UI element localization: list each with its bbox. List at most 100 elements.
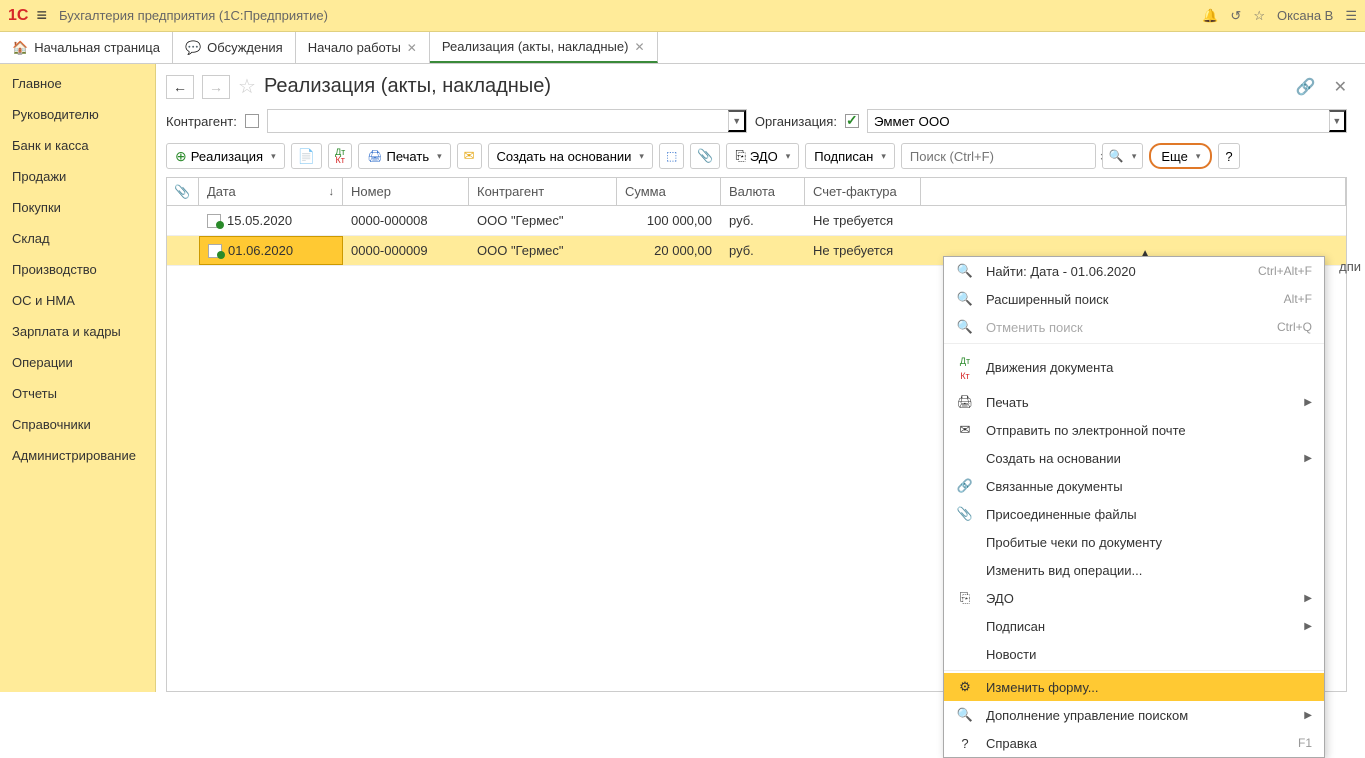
sidebar-item-main[interactable]: Главное [0, 68, 155, 99]
help-button[interactable]: ? [1218, 143, 1239, 169]
search-box[interactable]: × [901, 143, 1096, 169]
more-button[interactable]: Еще [1149, 143, 1212, 169]
col-number[interactable]: Номер [343, 178, 469, 205]
sidebar-item-refs[interactable]: Справочники [0, 409, 155, 440]
dropdown-icon[interactable]: ▼ [728, 110, 745, 132]
menu-item-label: Новости [986, 647, 1312, 662]
history-icon[interactable]: ↺ [1230, 8, 1241, 24]
menu-item[interactable]: ?СправкаF1 [944, 729, 1324, 757]
search-input[interactable] [902, 149, 1094, 164]
menu-item[interactable]: ✉Отправить по электронной почте [944, 416, 1324, 444]
sidebar-item-stock[interactable]: Склад [0, 223, 155, 254]
dtkt-button[interactable]: ДтКт [328, 143, 352, 169]
menu-item[interactable]: Пробитые чеки по документу [944, 528, 1324, 556]
sidebar-item-purchases[interactable]: Покупки [0, 192, 155, 223]
window-controls-icon[interactable]: ☰ [1345, 8, 1357, 24]
menu-item[interactable]: 🔗Связанные документы [944, 472, 1324, 500]
menu-item[interactable]: 📎Присоединенные файлы [944, 500, 1324, 528]
attach-button[interactable]: 📎 [690, 143, 720, 169]
col-date[interactable]: Дата↓ [199, 178, 343, 205]
tab-discussions[interactable]: 💬 Обсуждения [173, 32, 296, 63]
clip-icon: 📎 [697, 148, 713, 164]
menu-item[interactable]: 🖨Печать▶ [944, 388, 1324, 416]
sidebar-item-reports[interactable]: Отчеты [0, 378, 155, 409]
col-attachment[interactable]: 📎 [167, 178, 199, 205]
col-currency[interactable]: Валюта [721, 178, 805, 205]
cell-date: 01.06.2020 [199, 236, 343, 265]
col-contragent[interactable]: Контрагент [469, 178, 617, 205]
menu-item[interactable]: Создать на основании▶ [944, 444, 1324, 472]
print-button[interactable]: 🖨 Печать [358, 143, 450, 169]
copy-button[interactable]: 📄 [291, 143, 322, 169]
contragent-input[interactable] [268, 110, 729, 132]
nav-back-button[interactable]: ← [166, 75, 194, 99]
bell-icon[interactable]: 🔔 [1202, 8, 1218, 24]
sidebar-item-operations[interactable]: Операции [0, 347, 155, 378]
sidebar-item-bank[interactable]: Банк и касса [0, 130, 155, 161]
menu-item[interactable]: ⚙Изменить форму... [944, 673, 1324, 701]
favorite-star-icon[interactable]: ☆ [238, 74, 256, 99]
menu-item[interactable]: Подписан▶ [944, 612, 1324, 640]
hamburger-icon[interactable]: ≡ [36, 5, 47, 26]
contragent-combo[interactable]: ▼ [267, 109, 747, 133]
tab-realization[interactable]: Реализация (акты, накладные) ✕ [430, 32, 658, 63]
sidebar-item-manager[interactable]: Руководителю [0, 99, 155, 130]
col-invoice[interactable]: Счет-фактура [805, 178, 921, 205]
menu-item[interactable]: Изменить вид операции... [944, 556, 1324, 584]
col-sum[interactable]: Сумма [617, 178, 721, 205]
menu-item[interactable]: 🔍Дополнение управление поиском▶ [944, 701, 1324, 729]
clip-icon: 📎 [174, 184, 190, 200]
star-icon[interactable]: ☆ [1253, 8, 1265, 24]
signed-button[interactable]: Подписан [805, 143, 895, 169]
sidebar-item-sales[interactable]: Продажи [0, 161, 155, 192]
menu-item[interactable]: ДтКт Движения документа [944, 346, 1324, 388]
structure-button[interactable]: ⬚ [659, 143, 684, 169]
structure-icon: ⬚ [666, 149, 677, 163]
contragent-label: Контрагент: [166, 114, 237, 129]
tab-close-icon[interactable]: ✕ [407, 41, 417, 55]
org-checkbox[interactable] [845, 114, 859, 128]
cell-currency: руб. [721, 236, 805, 265]
org-input[interactable] [868, 110, 1329, 132]
tab-start[interactable]: Начало работы ✕ [296, 32, 430, 63]
sidebar-item-admin[interactable]: Администрирование [0, 440, 155, 471]
create-based-button[interactable]: Создать на основании [488, 143, 653, 169]
cell-attach [167, 236, 199, 265]
link-icon[interactable]: 🔗 [1296, 77, 1316, 97]
org-combo[interactable]: ▼ [867, 109, 1347, 133]
doc-icon [208, 244, 222, 258]
menu-item-icon: 🔍 [956, 291, 974, 307]
edo-button[interactable]: ⎘ ЭДО [726, 143, 799, 169]
menu-item[interactable]: Новости [944, 640, 1324, 668]
menu-item-label: Отправить по электронной почте [986, 423, 1312, 438]
menu-item-icon: 🔍 [956, 319, 974, 335]
tab-home[interactable]: 🏠 Начальная страница [0, 32, 173, 63]
cell-invoice: Не требуется [805, 236, 921, 265]
search-options-button[interactable]: 🔍 [1102, 143, 1143, 169]
cell-attach [167, 206, 199, 235]
printer-icon: 🖨 [367, 149, 382, 163]
menu-item-icon: ДтКт [956, 352, 974, 382]
menu-item[interactable]: 🔍Найти: Дата - 01.06.2020Ctrl+Alt+F [944, 257, 1324, 285]
more-dropdown-menu: 🔍Найти: Дата - 01.06.2020Ctrl+Alt+F🔍Расш… [943, 256, 1325, 758]
realize-button[interactable]: ⊕ Реализация [166, 143, 285, 169]
close-page-icon[interactable]: ✕ [1334, 77, 1347, 97]
mail-button[interactable]: ✉ [457, 143, 482, 169]
sidebar-item-os-nma[interactable]: ОС и НМА [0, 285, 155, 316]
button-label: ЭДО [750, 149, 778, 164]
nav-forward-button[interactable]: → [202, 75, 230, 99]
overflow-column-label: дпи [1339, 259, 1361, 274]
menu-item[interactable]: 🔍Расширенный поискAlt+F [944, 285, 1324, 313]
tab-close-icon[interactable]: ✕ [634, 40, 644, 54]
sidebar-item-production[interactable]: Производство [0, 254, 155, 285]
dropdown-icon[interactable]: ▼ [1329, 110, 1346, 132]
menu-item-label: Движения документа [986, 360, 1312, 375]
col-rest[interactable] [921, 178, 1346, 205]
contragent-checkbox[interactable] [245, 114, 259, 128]
sidebar-item-salary[interactable]: Зарплата и кадры [0, 316, 155, 347]
menu-item[interactable]: ⎘ЭДО▶ [944, 584, 1324, 612]
tab-label: Реализация (акты, накладные) [442, 39, 629, 54]
table-row[interactable]: 15.05.2020 0000-000008 ООО "Гермес" 100 … [167, 206, 1346, 236]
menu-item-icon: 🔍 [956, 707, 974, 723]
user-name[interactable]: Оксана В [1277, 8, 1333, 23]
